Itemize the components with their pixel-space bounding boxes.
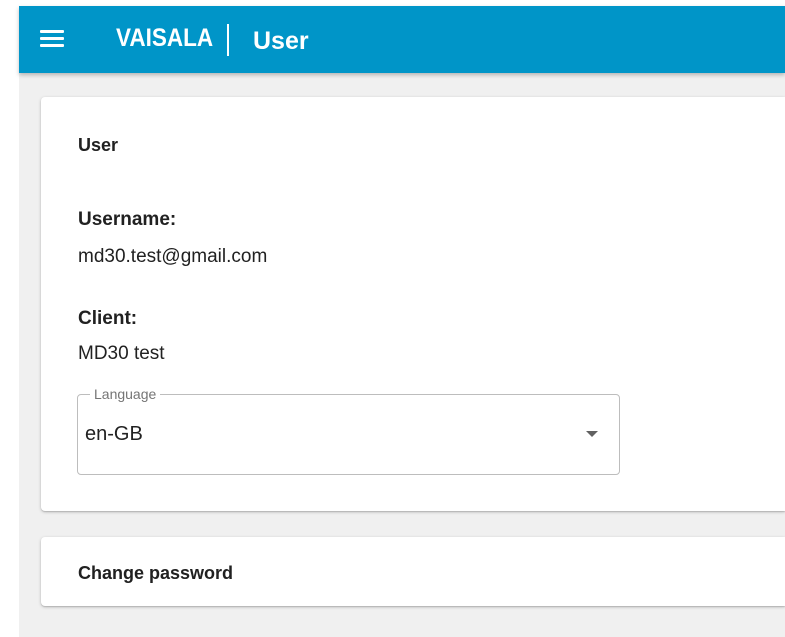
title-divider — [227, 24, 229, 56]
main-content: User Username: md30.test@gmail.com Clien… — [19, 73, 785, 637]
username-value: md30.test@gmail.com — [78, 246, 268, 267]
language-select-label: Language — [90, 386, 161, 402]
left-margin — [0, 0, 19, 637]
vaisala-logo: VAISALA — [116, 24, 214, 52]
username-label: Username: — [78, 209, 177, 230]
caret-down-icon[interactable] — [586, 431, 598, 437]
change-password-card[interactable]: Change password — [41, 537, 785, 606]
user-card-title: User — [78, 135, 119, 155]
hamburger-menu-icon[interactable] — [40, 30, 64, 48]
language-select-value: en-GB — [85, 423, 143, 445]
user-card: User Username: md30.test@gmail.com Clien… — [41, 97, 785, 511]
client-value: MD30 test — [78, 343, 165, 364]
language-select[interactable]: Language en-GB — [77, 386, 620, 475]
client-label: Client: — [78, 308, 138, 329]
page-title: User — [253, 27, 309, 55]
change-password-title[interactable]: Change password — [78, 563, 233, 584]
app-bar: VAISALA User — [19, 6, 785, 73]
